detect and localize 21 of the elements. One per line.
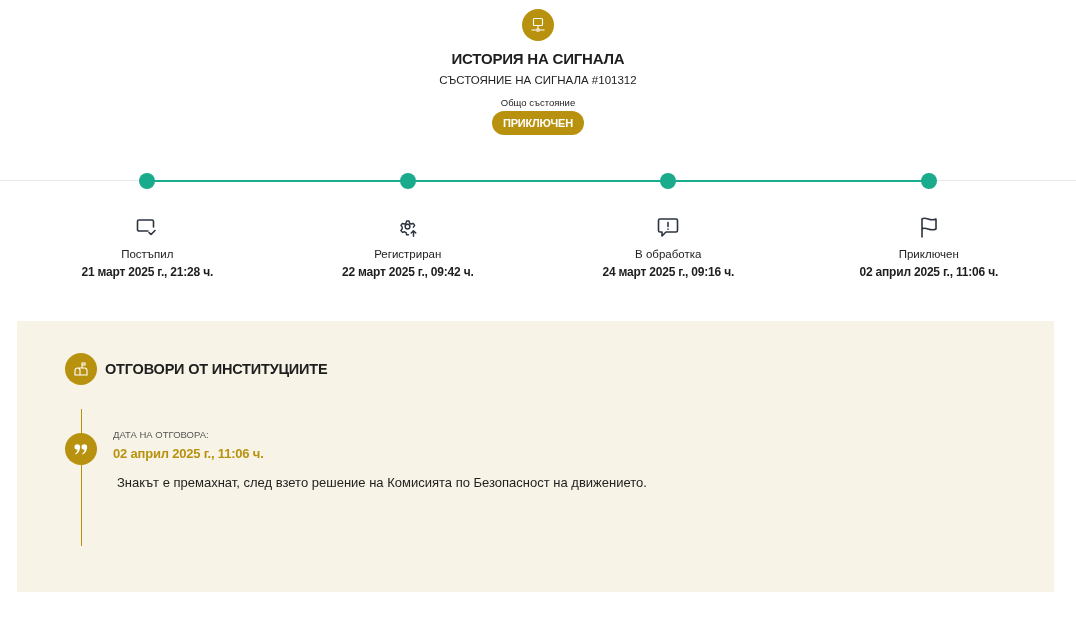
section-title: ОТГОВОРИ ОТ ИНСТИТУЦИИТЕ — [105, 361, 328, 377]
stage-label: Приключен — [898, 248, 959, 260]
stage-label: Постъпил — [121, 248, 174, 260]
message-check-icon — [136, 217, 159, 237]
stage-date: 02 април 2025 г., 11:06 ч. — [859, 265, 999, 279]
stage-label: В обработка — [635, 248, 702, 260]
message-alert-icon — [657, 216, 680, 238]
page-title: ИСТОРИЯ НА СИГНАЛА — [451, 50, 625, 67]
stage-date: 22 март 2025 г., 09:42 ч. — [341, 265, 474, 279]
response-date-label: ДАТА НА ОТГОВОРА: — [113, 429, 210, 440]
status-label: Общо състояние — [500, 97, 576, 108]
status-badge: ПРИКЛЮЧЕН — [492, 111, 584, 135]
stage-date: 21 март 2025 г., 21:28 ч. — [81, 265, 214, 279]
response-text: Знакът е премахнат, след взето решение на Комисията по Безопасност на движението. — [116, 475, 648, 490]
stage-label: Регистриран — [374, 248, 442, 260]
response-date: 02 април 2025 г., 11:06 ч. — [113, 446, 265, 461]
signal-number: СЪСТОЯНИЕ НА СИГНАЛА #101312 — [439, 74, 637, 86]
mailbox-icon — [65, 353, 97, 385]
stage-date: 24 март 2025 г., 09:16 ч. — [602, 265, 735, 279]
flag-icon — [918, 216, 939, 238]
monitor-network-icon — [522, 9, 554, 41]
